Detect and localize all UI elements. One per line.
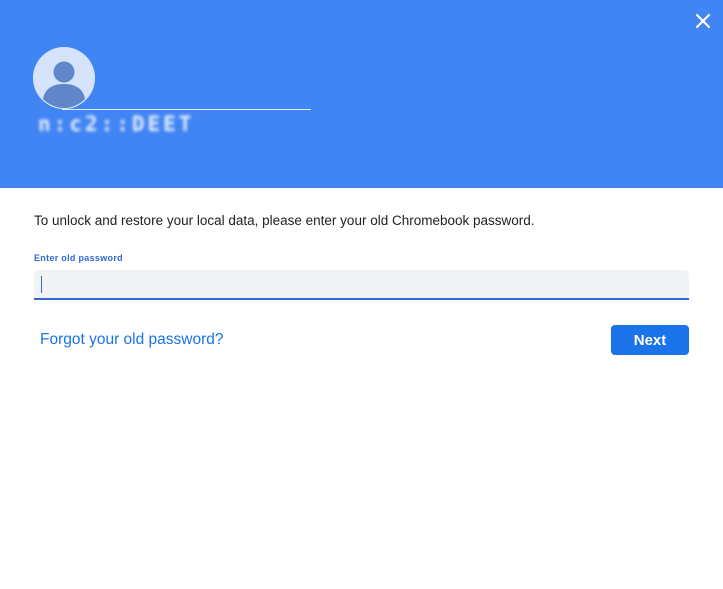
forgot-password-link[interactable]: Forgot your old password? (40, 331, 224, 349)
text-cursor (41, 276, 42, 293)
close-button[interactable] (692, 10, 714, 32)
old-password-input[interactable] (34, 270, 689, 298)
close-icon (695, 13, 711, 29)
dialog-header: n:c2::DEET (0, 0, 723, 188)
password-dialog: n:c2::DEET To unlock and restore your lo… (0, 0, 723, 589)
password-field-label: Enter old password (34, 253, 123, 263)
avatar (33, 47, 95, 109)
username-divider (62, 109, 311, 110)
account-icon (33, 47, 95, 109)
password-field-container (34, 270, 689, 300)
next-button[interactable]: Next (611, 325, 689, 355)
username: n:c2::DEET (38, 112, 195, 136)
instruction-text: To unlock and restore your local data, p… (34, 213, 535, 228)
